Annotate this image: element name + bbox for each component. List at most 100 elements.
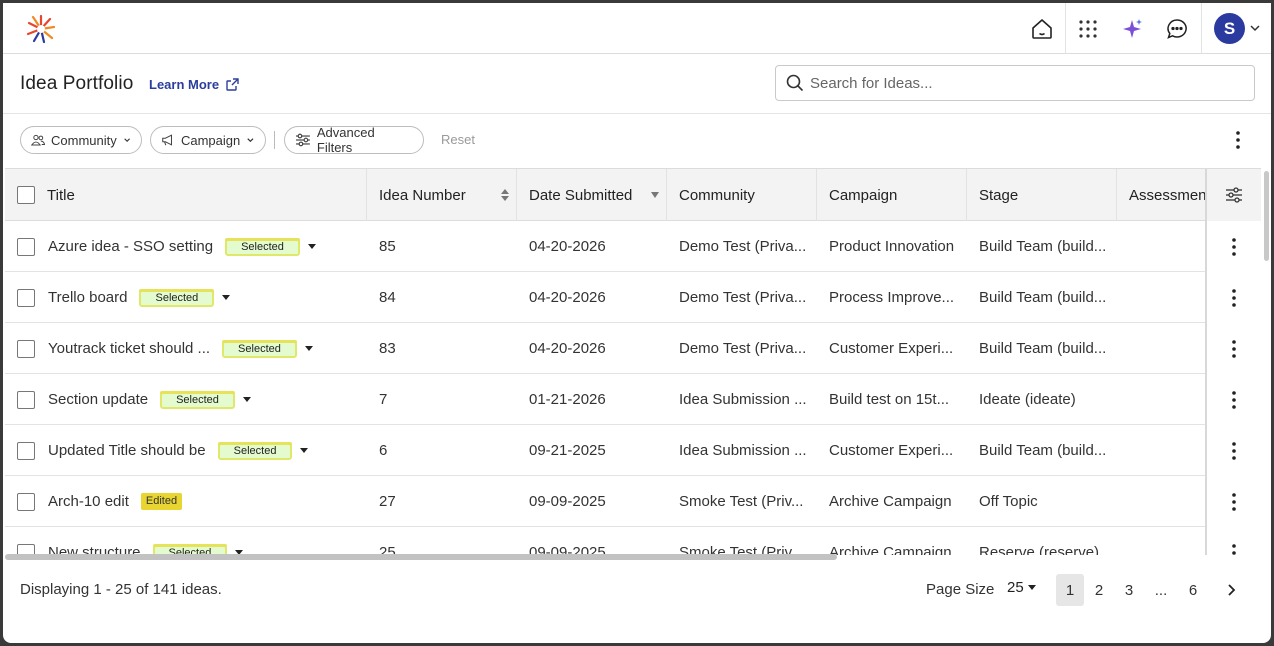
sort-descending-icon[interactable] (650, 191, 660, 199)
column-idea-number[interactable]: Idea Number (367, 169, 517, 221)
row-checkbox[interactable] (17, 492, 35, 511)
logo-icon[interactable] (25, 13, 57, 45)
advanced-filters-button[interactable]: Advanced Filters (284, 125, 424, 155)
sparkle-icon[interactable] (1119, 15, 1147, 43)
chevron-down-icon[interactable] (1248, 21, 1262, 35)
user-avatar[interactable]: S (1214, 13, 1245, 44)
title-cell: Youtrack ticket should ... Selected (17, 323, 367, 374)
vertical-scrollbar[interactable] (1264, 171, 1269, 261)
search-input[interactable] (810, 74, 1230, 92)
idea-title[interactable]: Youtrack ticket should ... (48, 340, 210, 357)
table-header: Title Idea Number Date Submitted Communi… (5, 169, 1261, 221)
status-dropdown-icon[interactable] (300, 448, 309, 453)
next-page-button[interactable] (1217, 574, 1245, 606)
status-dropdown-icon[interactable] (304, 346, 313, 351)
page-size-label: Page Size (926, 581, 995, 598)
column-stage[interactable]: Stage (967, 169, 1117, 221)
table-row[interactable]: Trello board Selected 84 04-20-2026 Demo Tes… (5, 272, 1261, 323)
sort-icon[interactable] (500, 188, 510, 202)
apps-grid-icon[interactable] (1074, 15, 1102, 43)
select-all-checkbox[interactable] (17, 186, 35, 204)
status-badge: Edited (140, 493, 183, 510)
status-badge: Selected (217, 442, 293, 460)
row-checkbox[interactable] (17, 390, 35, 409)
chat-icon[interactable] (1163, 15, 1191, 43)
idea-number: 83 (379, 340, 396, 357)
column-date-submitted[interactable]: Date Submitted (517, 169, 667, 221)
chevron-right-icon (1228, 584, 1236, 596)
idea-title[interactable]: Trello board (48, 289, 127, 306)
results-count: Displaying 1 - 25 of 141 ideas. (20, 581, 222, 598)
page-button-3[interactable]: 3 (1115, 574, 1143, 606)
idea-title[interactable]: Updated Title should be (48, 442, 206, 459)
campaign-filter[interactable]: Campaign (150, 126, 266, 154)
row-checkbox[interactable] (17, 339, 35, 358)
horizontal-scrollbar[interactable] (5, 554, 837, 560)
table-row[interactable]: Youtrack ticket should ... Selected 83 04-2… (5, 323, 1261, 374)
campaign-cell: Customer Experi... (829, 442, 954, 459)
column-settings-icon[interactable] (1205, 169, 1261, 221)
date-submitted: 04-20-2026 (529, 289, 606, 306)
column-assessment[interactable]: Assessmen (1117, 169, 1205, 221)
row-more-options-icon[interactable] (1205, 221, 1261, 272)
table-row[interactable]: New structure Selected 25 09-09-2025 Smoke T… (5, 527, 1261, 555)
table-row[interactable]: Arch-10 edit Edited 27 09-09-2025 Smoke Test… (5, 476, 1261, 527)
table-row[interactable]: Azure idea - SSO setting Selected 85 04-20-… (5, 221, 1261, 272)
search-box[interactable] (775, 65, 1255, 101)
title-cell: Section update Selected (17, 374, 367, 425)
top-navigation-bar: S (3, 3, 1271, 54)
idea-number: 27 (379, 493, 396, 510)
idea-title[interactable]: Arch-10 edit (48, 493, 129, 510)
status-badge: Selected (139, 289, 215, 307)
status-dropdown-icon[interactable] (307, 244, 316, 249)
page-button-2[interactable]: 2 (1085, 574, 1113, 606)
row-more-options-icon[interactable] (1205, 272, 1261, 323)
external-link-icon (226, 78, 239, 91)
page-size-select[interactable]: 25 (1007, 579, 1036, 596)
page-button-6[interactable]: 6 (1179, 574, 1207, 606)
more-options-icon[interactable] (1227, 129, 1249, 151)
stage-cell: Off Topic (979, 493, 1038, 510)
status-dropdown-icon[interactable] (222, 295, 231, 300)
caret-down-icon (1027, 584, 1036, 590)
community-cell: Demo Test (Priva... (679, 340, 807, 357)
learn-more-link[interactable]: Learn More (149, 77, 240, 92)
home-icon[interactable] (1028, 15, 1056, 43)
column-community-label: Community (679, 186, 755, 204)
community-filter[interactable]: Community (20, 126, 142, 154)
title-cell: Trello board Selected (17, 272, 367, 323)
page-title: Idea Portfolio (20, 73, 134, 94)
table-row[interactable]: Section update Selected 7 01-21-2026 Idea Su… (5, 374, 1261, 425)
title-cell: Updated Title should be Selected (17, 425, 367, 476)
page-button-1[interactable]: 1 (1056, 574, 1084, 606)
date-submitted: 01-21-2026 (529, 391, 606, 408)
learn-more-label: Learn More (149, 77, 220, 92)
campaign-cell: Build test on 15t... (829, 391, 950, 408)
advanced-filters-label: Advanced Filters (316, 125, 375, 155)
row-checkbox[interactable] (17, 237, 35, 256)
users-icon (31, 134, 46, 146)
column-title[interactable]: Title (5, 169, 367, 221)
idea-title[interactable]: Section update (48, 391, 148, 408)
row-more-options-icon[interactable] (1205, 527, 1261, 555)
row-more-options-icon[interactable] (1205, 425, 1261, 476)
row-more-options-icon[interactable] (1205, 323, 1261, 374)
table-row[interactable]: Updated Title should be Selected 6 09-21-20… (5, 425, 1261, 476)
reset-button[interactable]: Reset (441, 132, 475, 147)
row-checkbox[interactable] (17, 288, 35, 307)
idea-title[interactable]: Azure idea - SSO setting (48, 238, 213, 255)
row-more-options-icon[interactable] (1205, 374, 1261, 425)
campaign-cell: Process Improve... (829, 289, 955, 306)
status-badge: Selected (222, 340, 297, 358)
ideas-table: Title Idea Number Date Submitted Communi… (5, 168, 1261, 555)
row-checkbox[interactable] (17, 441, 35, 460)
column-stage-label: Stage (979, 186, 1019, 204)
megaphone-icon (162, 134, 173, 146)
title-cell: New structure Selected (17, 527, 367, 555)
column-campaign[interactable]: Campaign (817, 169, 967, 221)
column-community[interactable]: Community (667, 169, 817, 221)
community-filter-label: Community (51, 132, 117, 148)
status-dropdown-icon[interactable] (242, 397, 251, 402)
row-more-options-icon[interactable] (1205, 476, 1261, 527)
date-submitted: 04-20-2026 (529, 238, 606, 255)
